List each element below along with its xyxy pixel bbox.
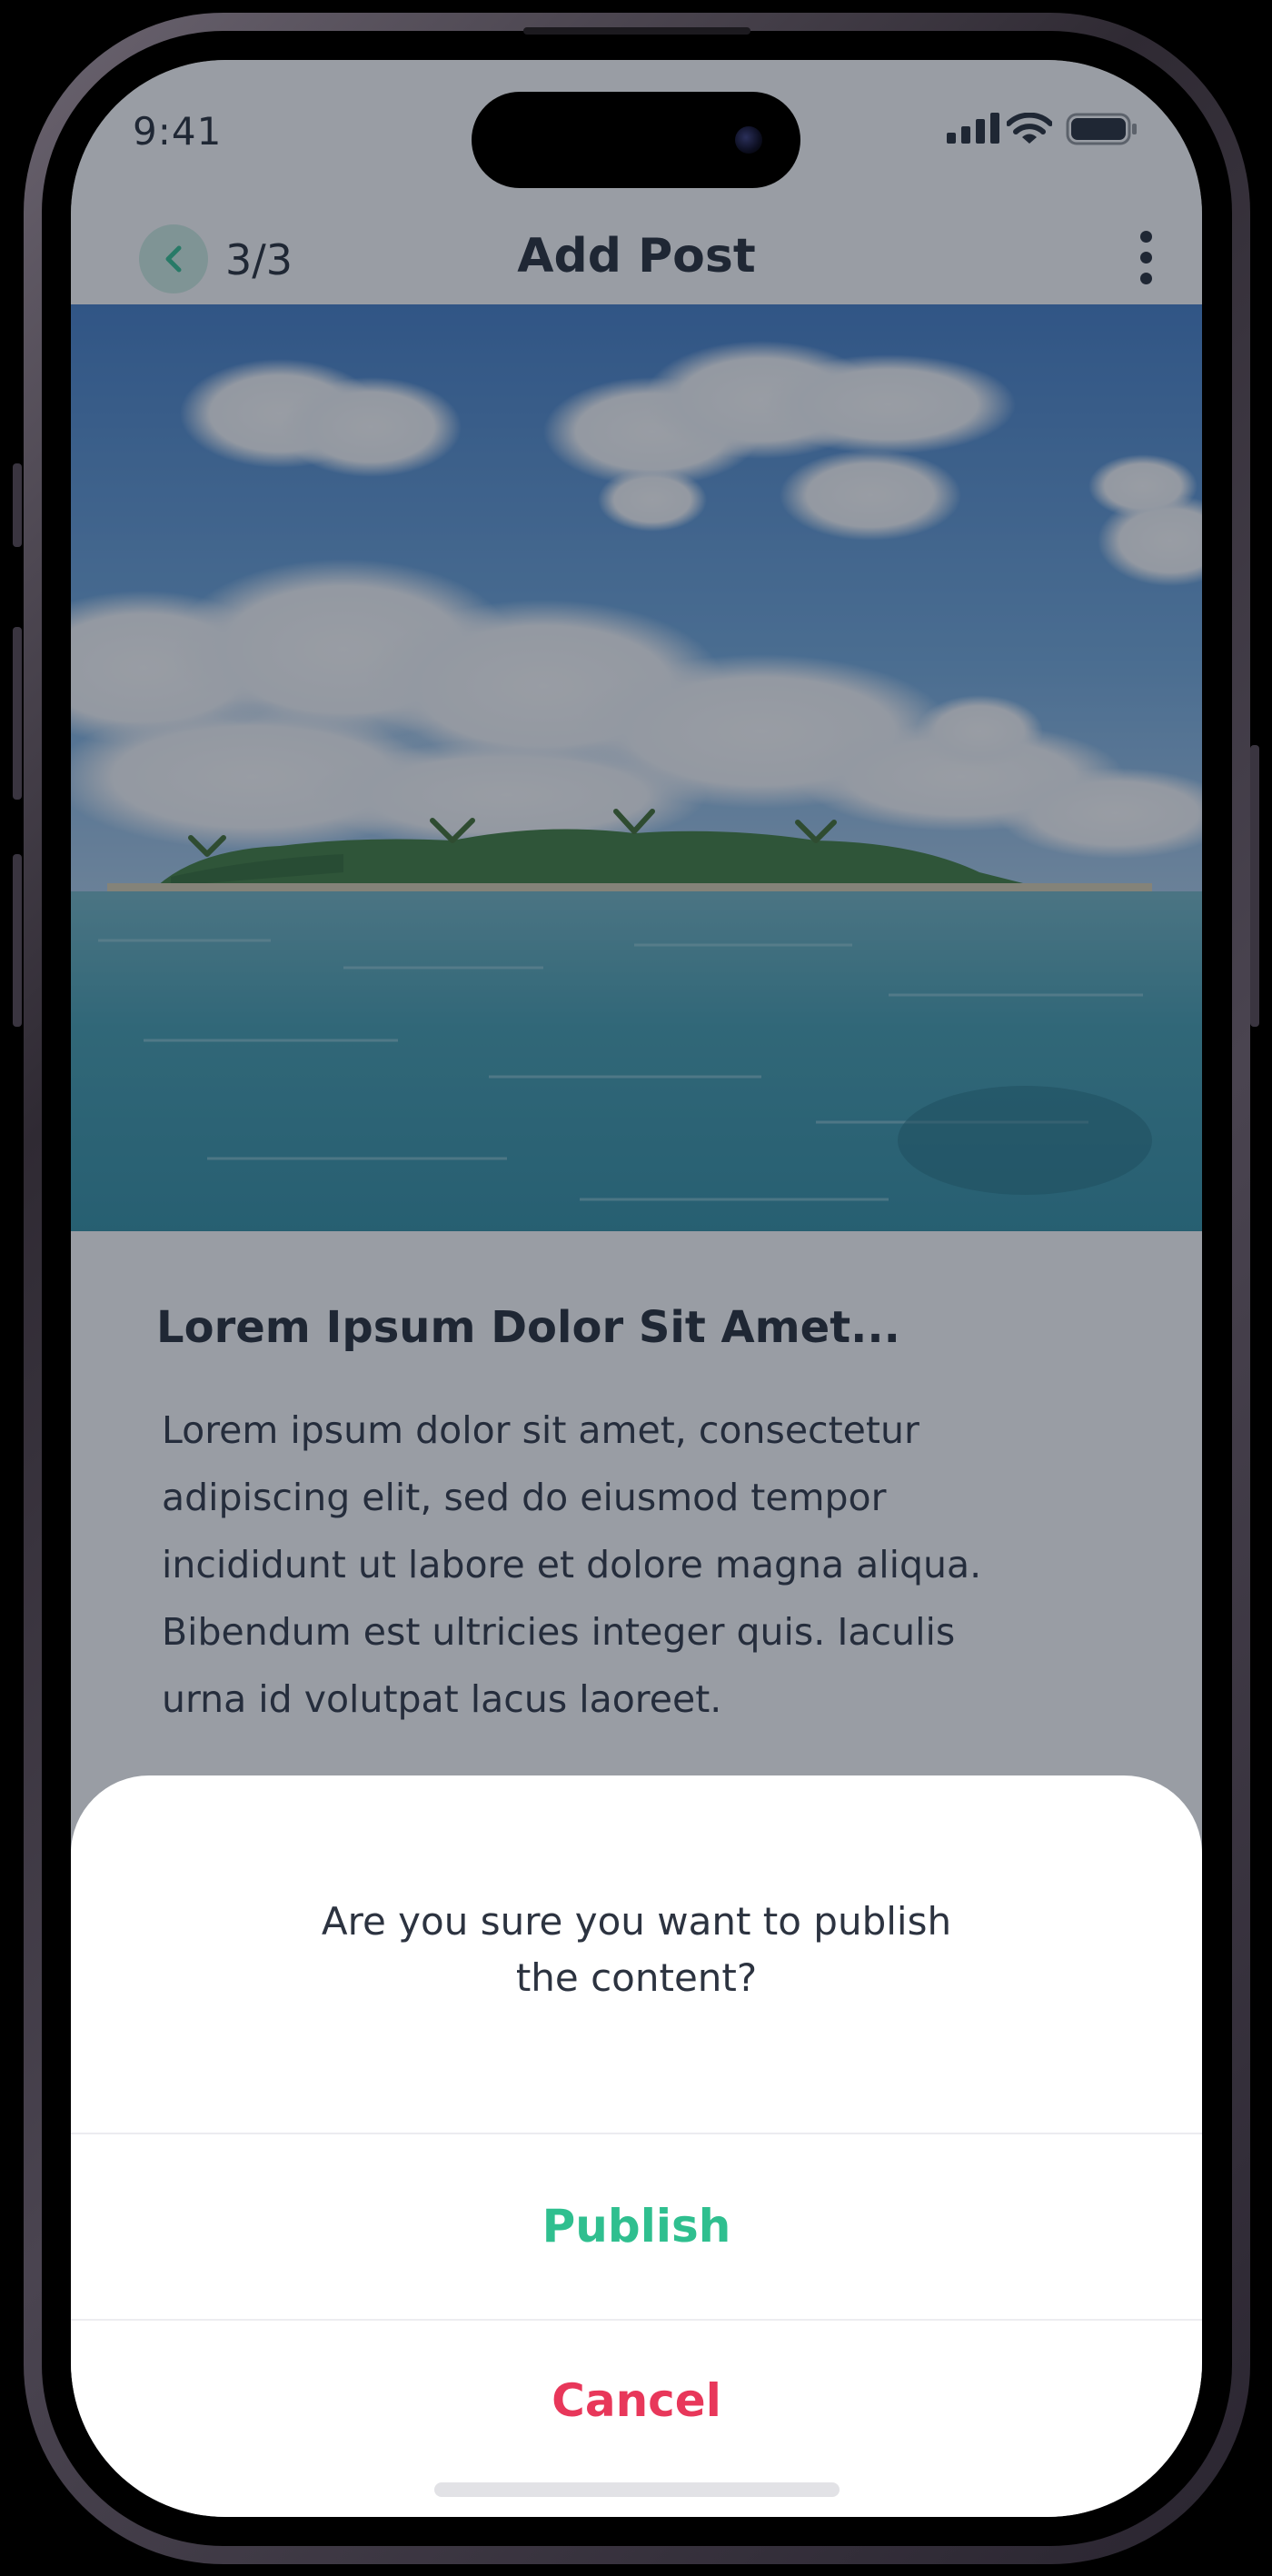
confirmation-message-line: Are you sure you want to publish: [321, 1899, 952, 1944]
publish-confirmation-sheet: Are you sure you want to publish the con…: [71, 1775, 1202, 2517]
front-camera: [735, 126, 762, 154]
cancel-button[interactable]: Cancel: [71, 2321, 1202, 2481]
confirmation-message-line: the content?: [515, 1955, 758, 2000]
action-button: [13, 463, 22, 547]
confirmation-message: Are you sure you want to publish the con…: [180, 1894, 1093, 2006]
power-button: [1250, 745, 1259, 1027]
volume-up-button: [13, 627, 22, 800]
publish-button[interactable]: Publish: [71, 2133, 1202, 2319]
volume-down-button: [13, 854, 22, 1027]
speaker-grille: [523, 27, 750, 35]
home-indicator[interactable]: [434, 2482, 840, 2497]
screen: 9:41 3/3 Add Post Lorem Ipsum Dolor Sit …: [71, 60, 1202, 2517]
dynamic-island: [472, 92, 800, 188]
